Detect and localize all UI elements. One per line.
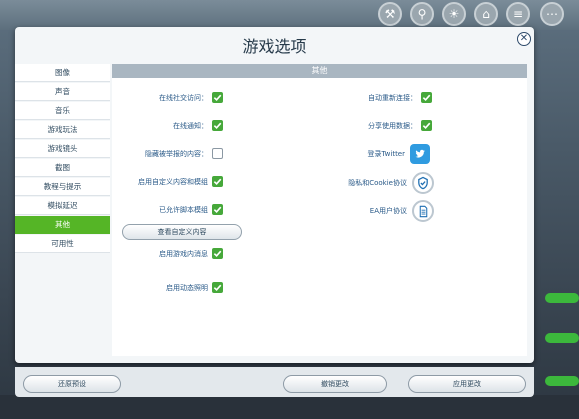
lightbulb-icon[interactable]: ☀ bbox=[442, 2, 466, 26]
link-label[interactable]: EA用户协议 bbox=[370, 206, 407, 216]
option-share-usage-data: 分享使用数据： bbox=[368, 120, 432, 131]
checkbox[interactable] bbox=[212, 148, 223, 159]
sidebar-item-simulation-lag[interactable]: 模拟延迟 bbox=[15, 197, 110, 215]
option-label: 启用自定义内容和模组 bbox=[138, 177, 208, 186]
checkmark-icon bbox=[213, 206, 222, 214]
menu-icon[interactable]: ≡ bbox=[506, 2, 530, 26]
option-label: 分享使用数据： bbox=[368, 121, 417, 130]
options-icon[interactable]: ⋯ bbox=[540, 2, 564, 26]
document-icon[interactable] bbox=[412, 200, 434, 222]
sidebar-item-music[interactable]: 音乐 bbox=[15, 102, 110, 120]
option-custom-content: 启用自定义内容和模组 bbox=[138, 176, 223, 187]
sidebar-item-camera[interactable]: 游戏镜头 bbox=[15, 140, 110, 158]
option-label: 启用游戏内消息 bbox=[159, 249, 208, 258]
checkbox[interactable] bbox=[421, 92, 432, 103]
checkmark-icon bbox=[213, 122, 222, 130]
sidebar-item-other[interactable]: 其他 bbox=[15, 216, 110, 234]
option-label: 在线通知： bbox=[173, 121, 208, 130]
view-custom-content-button[interactable]: 查看自定义内容 bbox=[122, 224, 242, 240]
shield-glyph bbox=[418, 176, 428, 190]
option-script-mods: 已允许脚本模组 bbox=[159, 204, 223, 215]
options-sidebar: 图像 声音 音乐 游戏玩法 游戏镜头 截图 教程与提示 模拟延迟 其他 可用性 bbox=[15, 64, 110, 254]
option-online-social: 在线社交访问： bbox=[159, 92, 223, 103]
apply-changes-button[interactable]: 应用更改 bbox=[408, 375, 526, 393]
checkbox[interactable] bbox=[212, 120, 223, 131]
checkmark-icon bbox=[213, 178, 222, 186]
checkbox[interactable] bbox=[212, 92, 223, 103]
map-marker-icon[interactable]: ⚲ bbox=[410, 2, 434, 26]
twitter-bird-glyph bbox=[415, 149, 425, 158]
background-indicator bbox=[545, 293, 579, 303]
close-icon: ✕ bbox=[519, 33, 529, 44]
link-label[interactable]: 登录Twitter bbox=[368, 149, 405, 159]
link-ea-user-agreement[interactable]: EA用户协议 bbox=[370, 200, 434, 222]
option-label: 自动重新连接： bbox=[368, 93, 417, 102]
options-content-panel: 其他 在线社交访问： 在线通知： 隐藏被举报的内容： 启用自定义内容和模组 已允… bbox=[112, 64, 527, 356]
checkbox[interactable] bbox=[212, 176, 223, 187]
shield-check-icon[interactable] bbox=[412, 172, 434, 194]
sidebar-item-screenshots[interactable]: 截图 bbox=[15, 159, 110, 177]
game-background-bottom bbox=[0, 395, 579, 419]
checkmark-icon bbox=[213, 284, 222, 292]
checkbox[interactable] bbox=[421, 120, 432, 131]
document-glyph bbox=[419, 205, 427, 217]
option-hide-reported: 隐藏被举报的内容： bbox=[145, 148, 223, 159]
household-icon[interactable]: ⌂ bbox=[474, 2, 498, 26]
twitter-icon[interactable] bbox=[410, 144, 430, 164]
checkmark-icon bbox=[422, 122, 431, 130]
link-privacy-cookie[interactable]: 隐私和Cookie协议 bbox=[348, 172, 434, 194]
checkmark-icon bbox=[422, 94, 431, 102]
sidebar-item-tutorials[interactable]: 教程与提示 bbox=[15, 178, 110, 196]
option-label: 在线社交访问： bbox=[159, 93, 208, 102]
option-label: 已允许脚本模组 bbox=[159, 205, 208, 214]
dialog-footer: 还原预设 撤销更改 应用更改 bbox=[15, 367, 534, 397]
checkbox[interactable] bbox=[212, 282, 223, 293]
dialog-title: 游戏选项 bbox=[242, 37, 307, 56]
restore-defaults-button[interactable]: 还原预设 bbox=[23, 375, 121, 393]
sidebar-item-gameplay[interactable]: 游戏玩法 bbox=[15, 121, 110, 139]
option-online-notifications: 在线通知： bbox=[173, 120, 223, 131]
sidebar-item-graphics[interactable]: 图像 bbox=[15, 64, 110, 82]
background-indicator bbox=[545, 333, 579, 343]
game-options-dialog: 游戏选项 ✕ 图像 声音 音乐 游戏玩法 游戏镜头 截图 教程与提示 模拟延迟 … bbox=[15, 27, 534, 363]
checkbox[interactable] bbox=[212, 204, 223, 215]
option-dynamic-lighting: 启用动态照明 bbox=[166, 282, 223, 293]
checkmark-icon bbox=[213, 94, 222, 102]
sidebar-item-accessibility[interactable]: 可用性 bbox=[15, 235, 110, 253]
option-ingame-messages: 启用游戏内消息 bbox=[159, 248, 223, 259]
checkmark-icon bbox=[213, 250, 222, 258]
sidebar-item-audio[interactable]: 声音 bbox=[15, 83, 110, 101]
link-twitter-login[interactable]: 登录Twitter bbox=[368, 144, 430, 164]
cancel-changes-button[interactable]: 撤销更改 bbox=[283, 375, 387, 393]
link-label[interactable]: 隐私和Cookie协议 bbox=[348, 178, 407, 188]
section-header: 其他 bbox=[112, 64, 527, 78]
close-button[interactable]: ✕ bbox=[517, 32, 531, 46]
checkbox[interactable] bbox=[212, 248, 223, 259]
option-auto-reconnect: 自动重新连接： bbox=[368, 92, 432, 103]
option-label: 启用动态照明 bbox=[166, 283, 208, 292]
background-indicator bbox=[545, 376, 579, 386]
option-label: 隐藏被举报的内容： bbox=[145, 149, 208, 158]
tools-icon[interactable]: ⚒ bbox=[378, 2, 402, 26]
